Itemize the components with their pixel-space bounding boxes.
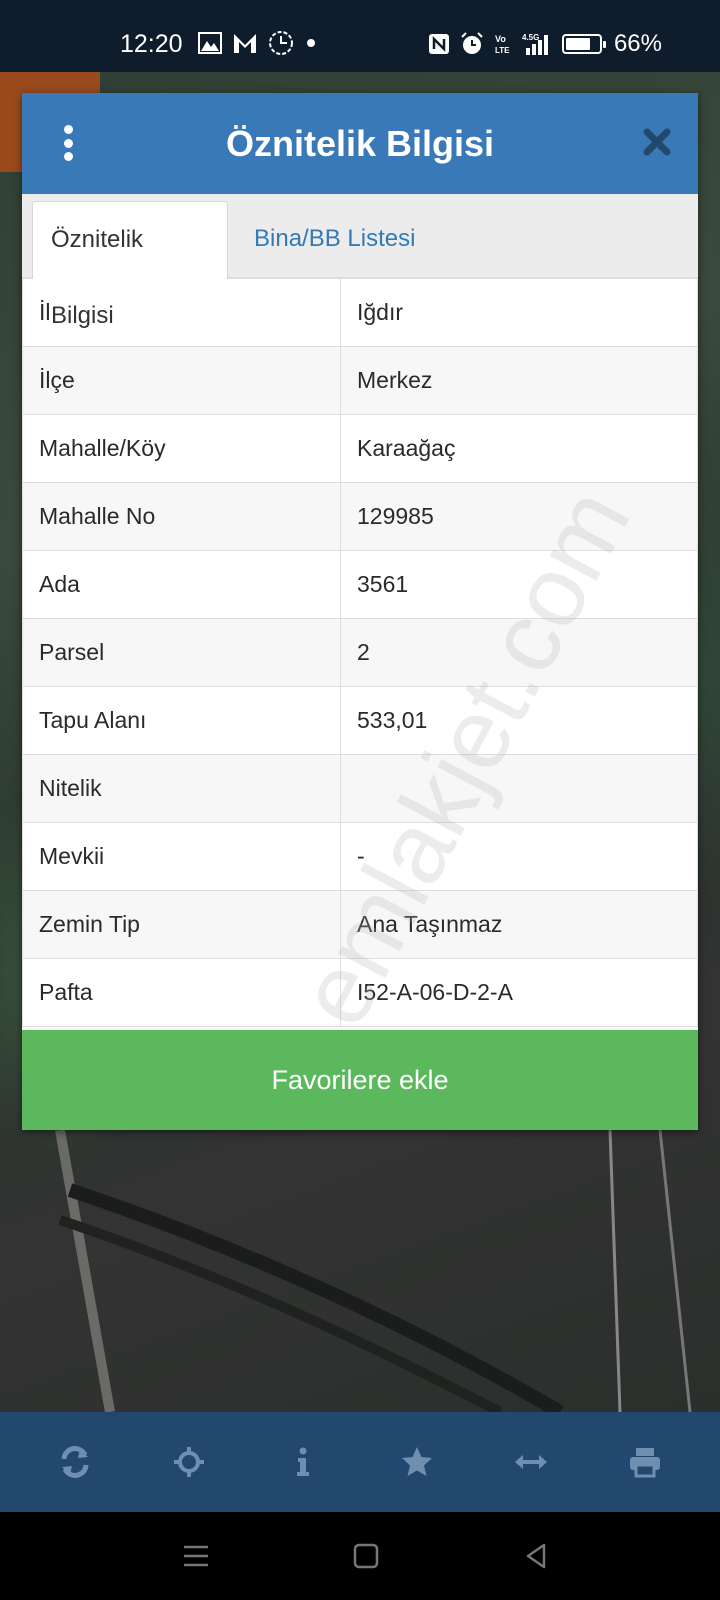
status-time: 12:20 <box>120 30 183 58</box>
info-icon[interactable] <box>273 1432 333 1492</box>
table-row: Nitelik <box>22 754 698 823</box>
table-row: Pafta I52-A-06-D-2-A <box>22 958 698 1027</box>
table-row: Ada 3561 <box>22 550 698 619</box>
battery-percent: 66% <box>613 30 662 57</box>
back-icon[interactable] <box>520 1540 552 1572</box>
clock-icon <box>268 30 294 56</box>
table-row: İl Iğdır <box>22 278 698 347</box>
home-icon[interactable] <box>350 1540 382 1572</box>
attribute-key: Mahalle No <box>22 482 341 551</box>
signal-icon: 4.5G <box>522 32 552 56</box>
attribute-table: İl Iğdır İlçe Merkez Mahalle/Köy Karaağaç Maha… <box>22 278 698 1027</box>
menu-icon[interactable] <box>180 1540 212 1572</box>
attribute-key: Tapu Alanı <box>22 686 341 755</box>
attribute-key: Parsel <box>22 618 341 687</box>
table-row: Mevkii - <box>22 822 698 891</box>
battery-icon <box>561 34 606 54</box>
attribute-value: 3561 <box>340 550 698 619</box>
tab-bar: Öznitelik Bilgisi Bina/BB Listesi <box>22 194 698 329</box>
bottom-toolbar <box>0 1412 720 1512</box>
tab-building-list[interactable]: Bina/BB Listesi <box>236 201 433 279</box>
table-row: Parsel 2 <box>22 618 698 687</box>
volte-icon: Vo LTE <box>494 32 512 56</box>
svg-text:LTE: LTE <box>495 46 510 55</box>
table-row: Mahalle/Köy Karaağaç <box>22 414 698 483</box>
nfc-icon <box>428 33 450 55</box>
attribute-value: Ana Taşınmaz <box>340 890 698 959</box>
attribute-key: Mahalle/Köy <box>22 414 341 483</box>
attribute-key: İlçe <box>22 346 341 415</box>
table-row: İlçe Merkez <box>22 346 698 415</box>
star-icon[interactable] <box>387 1432 447 1492</box>
status-right-icons: Vo LTE 4.5G 66% <box>428 30 662 58</box>
attribute-value: Merkez <box>340 346 698 415</box>
print-icon[interactable] <box>615 1432 675 1492</box>
status-left-icons <box>198 30 318 56</box>
table-row: Zemin Tip Ana Taşınmaz <box>22 890 698 959</box>
crosshair-icon[interactable] <box>159 1432 219 1492</box>
attribute-value: 533,01 <box>340 686 698 755</box>
attribute-value <box>340 754 698 823</box>
system-nav-bar <box>0 1512 720 1600</box>
table-row: Mahalle No 129985 <box>22 482 698 551</box>
dot-icon <box>304 36 318 50</box>
refresh-icon[interactable] <box>45 1432 105 1492</box>
attribute-key: Pafta <box>22 958 341 1027</box>
alarm-icon <box>460 32 484 56</box>
table-row: Tapu Alanı 533,01 <box>22 686 698 755</box>
status-bar: 12:20 Vo LTE 4.5G 66% <box>0 0 720 72</box>
svg-text:4.5G: 4.5G <box>522 33 539 42</box>
gallery-icon <box>198 32 222 54</box>
tab-attribute-info[interactable]: Öznitelik Bilgisi <box>32 201 228 329</box>
attribute-value: - <box>340 822 698 891</box>
modal-title: Öznitelik Bilgisi <box>225 123 495 164</box>
attribute-value: Iğdır <box>340 278 698 347</box>
attribute-value: I52-A-06-D-2-A <box>340 958 698 1027</box>
gmail-icon <box>232 32 258 54</box>
attribute-value: Karaağaç <box>340 414 698 483</box>
modal-header: Öznitelik Bilgisi <box>22 93 698 194</box>
attribute-modal: Öznitelik Bilgisi Öznitelik Bilgisi Bina… <box>22 93 698 1130</box>
attribute-value: 2 <box>340 618 698 687</box>
attribute-value: 129985 <box>340 482 698 551</box>
svg-text:Vo: Vo <box>495 34 506 44</box>
attribute-key: Zemin Tip <box>22 890 341 959</box>
close-icon[interactable] <box>642 127 672 157</box>
add-favorites-button[interactable]: Favorilere ekle <box>22 1030 698 1130</box>
map-tracks <box>0 1130 720 1412</box>
attribute-key: Nitelik <box>22 754 341 823</box>
attribute-key: Mevkii <box>22 822 341 891</box>
attribute-key: Ada <box>22 550 341 619</box>
measure-icon[interactable] <box>501 1432 561 1492</box>
